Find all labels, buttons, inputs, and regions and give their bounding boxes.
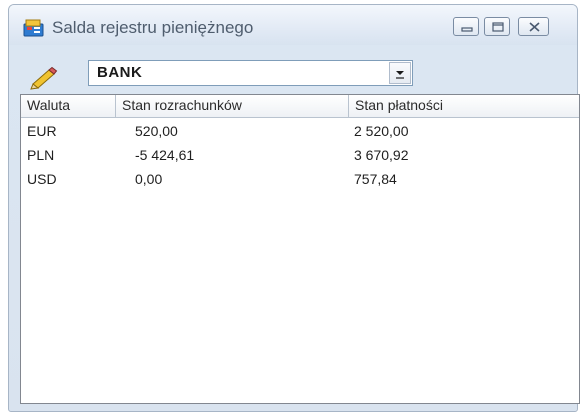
currency-cell: EUR: [27, 123, 57, 139]
payments-cell: 3 670,92: [354, 147, 409, 163]
payments-cell: 757,84: [354, 171, 397, 187]
column-header-payments[interactable]: Stan płatności: [349, 95, 579, 117]
payments-cell: 2 520,00: [354, 123, 409, 139]
app-icon: [23, 18, 45, 38]
pencil-icon[interactable]: [30, 66, 58, 90]
settlements-cell: 0,00: [135, 171, 163, 187]
settlements-cell: 520,00: [135, 123, 178, 139]
column-header-settlements[interactable]: Stan rozrachunków: [116, 95, 349, 117]
dropdown-button[interactable]: [389, 62, 411, 84]
chevron-down-icon: [396, 71, 404, 79]
column-header-currency[interactable]: Waluta: [21, 95, 116, 117]
settlements-cell: -5 424,61: [135, 147, 195, 163]
close-button[interactable]: [518, 17, 549, 36]
currency-cell: USD: [27, 171, 57, 187]
maximize-icon: [492, 22, 504, 32]
table-row[interactable]: EUR 520,00 2 520,00: [21, 119, 579, 143]
window-title: Salda rejestru pieniężnego: [52, 18, 254, 37]
maximize-button[interactable]: [484, 17, 510, 36]
register-select[interactable]: BANK: [88, 60, 413, 86]
table-header: Waluta Stan rozrachunków Stan płatności: [21, 95, 579, 118]
close-icon: [529, 22, 540, 32]
balances-table: Waluta Stan rozrachunków Stan płatności …: [20, 94, 580, 404]
currency-cell: PLN: [27, 147, 55, 163]
title-bar[interactable]: Salda rejestru pieniężnego: [9, 5, 577, 45]
table-row[interactable]: PLN -5 424,61 3 670,92: [21, 143, 579, 167]
minimize-button[interactable]: [453, 17, 479, 36]
minimize-icon: [461, 27, 473, 32]
table-row[interactable]: USD 0,00 757,84: [21, 167, 579, 191]
register-select-value: BANK: [97, 64, 143, 81]
